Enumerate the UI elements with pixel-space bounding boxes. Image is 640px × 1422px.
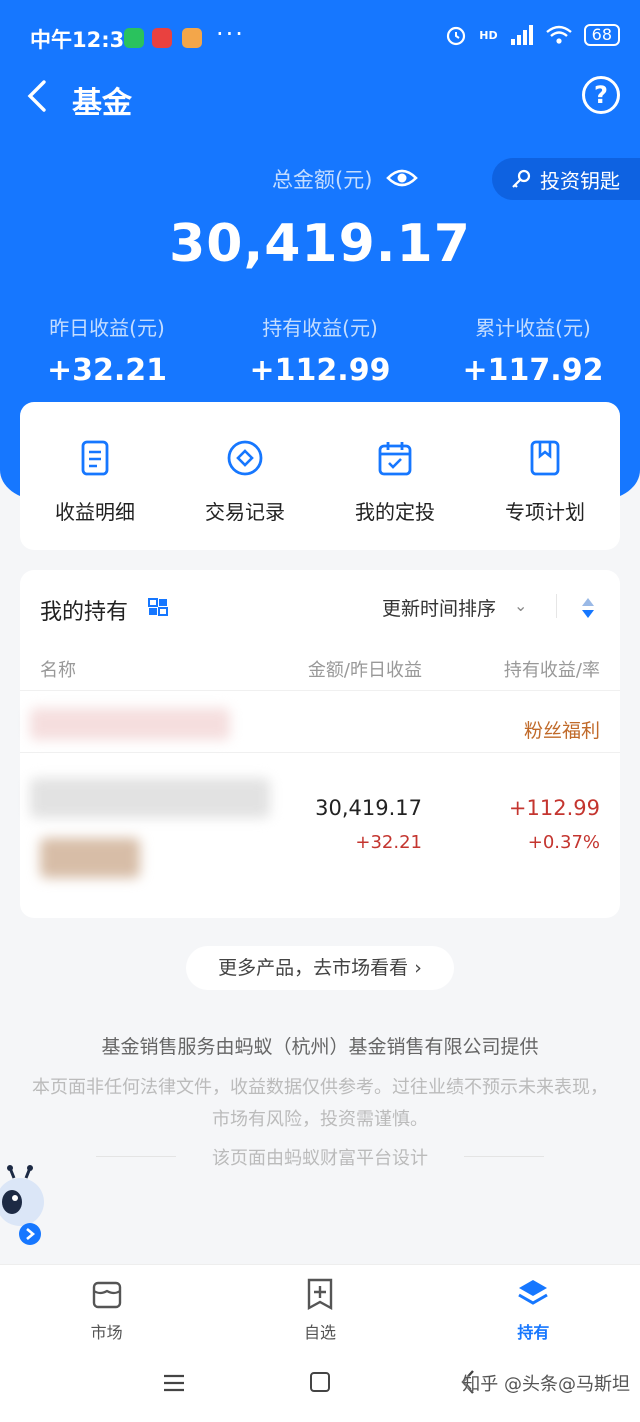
blurred-fund-name [30, 778, 270, 818]
sort-toggle-icon[interactable] [580, 596, 596, 620]
tab-label: 市场 [90, 1323, 123, 1342]
fund-holding-profit: +112.99 [508, 796, 600, 820]
column-header-name: 名称 [40, 660, 76, 681]
blurred-fund-tag [40, 838, 140, 878]
stat-value: +117.92 [462, 353, 604, 388]
hd-indicator: HD [479, 28, 498, 42]
divider [20, 752, 620, 753]
quick-action-profit-detail[interactable]: 收益明细 [30, 438, 160, 550]
divider [20, 690, 620, 691]
stat-label: 持有收益(元) [262, 316, 378, 340]
blurred-fund-name [30, 708, 230, 740]
grid-icon[interactable] [148, 598, 168, 616]
status-time: 中午12:31 [30, 28, 139, 52]
yesterday-profit: 昨日收益(元) +32.21 [0, 312, 214, 388]
stat-value: +112.99 [249, 353, 391, 388]
ant-mascot-assistant-icon[interactable] [0, 1164, 48, 1248]
total-amount-label: 总金额(元) [272, 168, 373, 192]
tab-holdings[interactable]: 持有 [427, 1265, 640, 1346]
diamond-circle-icon [227, 440, 263, 476]
bookmark-icon [530, 440, 560, 476]
investment-key-button[interactable]: 投资钥匙 [492, 158, 640, 200]
chevron-down-icon[interactable]: ⌄ [514, 596, 527, 615]
fund-holding-rate: +0.37% [527, 832, 600, 853]
alarm-icon [447, 26, 466, 46]
more-products-button[interactable]: 更多产品，去市场看看 › [186, 946, 454, 990]
tab-label: 持有 [517, 1323, 550, 1342]
cumulative-profit: 累计收益(元) +117.92 [426, 312, 640, 388]
divider [464, 1156, 544, 1157]
tab-label: 自选 [303, 1323, 336, 1342]
design-credit-text: 该页面由蚂蚁财富平台设计 [212, 1148, 428, 1169]
holdings-card: 我的持有 更新时间排序 ⌄ 名称 金额/昨日收益 持有收益/率 粉丝福利 30,… [20, 570, 620, 918]
provider-text: 基金销售服务由蚂蚁（杭州）基金销售有限公司提供 [101, 1036, 539, 1058]
wifi-icon [545, 25, 572, 44]
navigation-bar: 基金 ? [0, 72, 640, 122]
tab-market[interactable]: 市场 [0, 1265, 213, 1346]
quick-action-label: 收益明细 [55, 500, 135, 524]
fund-yesterday-profit: +32.21 [355, 832, 422, 853]
quick-action-auto-invest[interactable]: 我的定投 [330, 438, 460, 550]
help-icon[interactable]: ? [582, 76, 620, 114]
stat-value: +32.21 [46, 353, 168, 388]
layers-icon [518, 1280, 549, 1305]
calendar-check-icon [378, 442, 412, 476]
wechat-notification-icon [124, 28, 144, 48]
stat-label: 昨日收益(元) [49, 316, 165, 340]
sort-dropdown[interactable]: 更新时间排序 [382, 594, 496, 621]
quick-action-transactions[interactable]: 交易记录 [180, 438, 310, 550]
disclaimer-text: 本页面非任何法律文件，收益数据仅供参考。过往业绩不预示未来表现，市场有风险，投资… [32, 1077, 608, 1130]
column-header-amount: 金额/昨日收益 [307, 660, 422, 681]
system-navigation-bar: 知乎 @头条@马斯坦 [0, 1346, 640, 1422]
fund-amount: 30,419.17 [315, 796, 422, 820]
quick-action-label: 我的定投 [355, 500, 435, 524]
add-bookmark-icon [307, 1278, 333, 1311]
message-notification-icon [182, 28, 202, 48]
holdings-title: 我的持有 [40, 600, 129, 625]
divider [556, 594, 557, 618]
home-button[interactable] [310, 1372, 330, 1392]
quick-action-label: 专项计划 [505, 500, 585, 524]
tab-watchlist[interactable]: 自选 [213, 1265, 426, 1346]
eye-icon[interactable] [386, 164, 418, 192]
watermark: 知乎 @头条@马斯坦 [462, 1374, 630, 1395]
market-icon [92, 1281, 121, 1309]
total-amount: 30,419.17 [169, 214, 471, 274]
quick-actions-card: 收益明细 交易记录 我的定投 专项计划 [20, 402, 620, 550]
holding-profit: 持有收益(元) +112.99 [213, 312, 427, 388]
quick-action-special-plan[interactable]: 专项计划 [480, 438, 610, 550]
back-button[interactable] [20, 76, 56, 116]
stat-label: 累计收益(元) [475, 316, 591, 340]
fan-welfare-tag: 粉丝福利 [523, 720, 600, 742]
bottom-tab-bar: 市场 自选 持有 [0, 1264, 640, 1346]
app-notification-icon [152, 28, 172, 48]
status-bar: 中午12:31 ··· HD 68 [0, 0, 640, 72]
document-icon [81, 440, 109, 476]
investment-key-label: 投资钥匙 [540, 168, 620, 193]
battery-icon: 68 [583, 24, 620, 46]
signal-icon [510, 25, 533, 45]
quick-action-label: 交易记录 [205, 500, 285, 524]
menu-icon[interactable] [162, 1374, 186, 1392]
column-header-profit: 持有收益/率 [503, 660, 600, 681]
page-title: 基金 [72, 86, 132, 121]
more-notifications-icon: ··· [216, 20, 245, 48]
key-icon [512, 169, 531, 188]
more-products-label: 更多产品，去市场看看 [218, 957, 409, 979]
